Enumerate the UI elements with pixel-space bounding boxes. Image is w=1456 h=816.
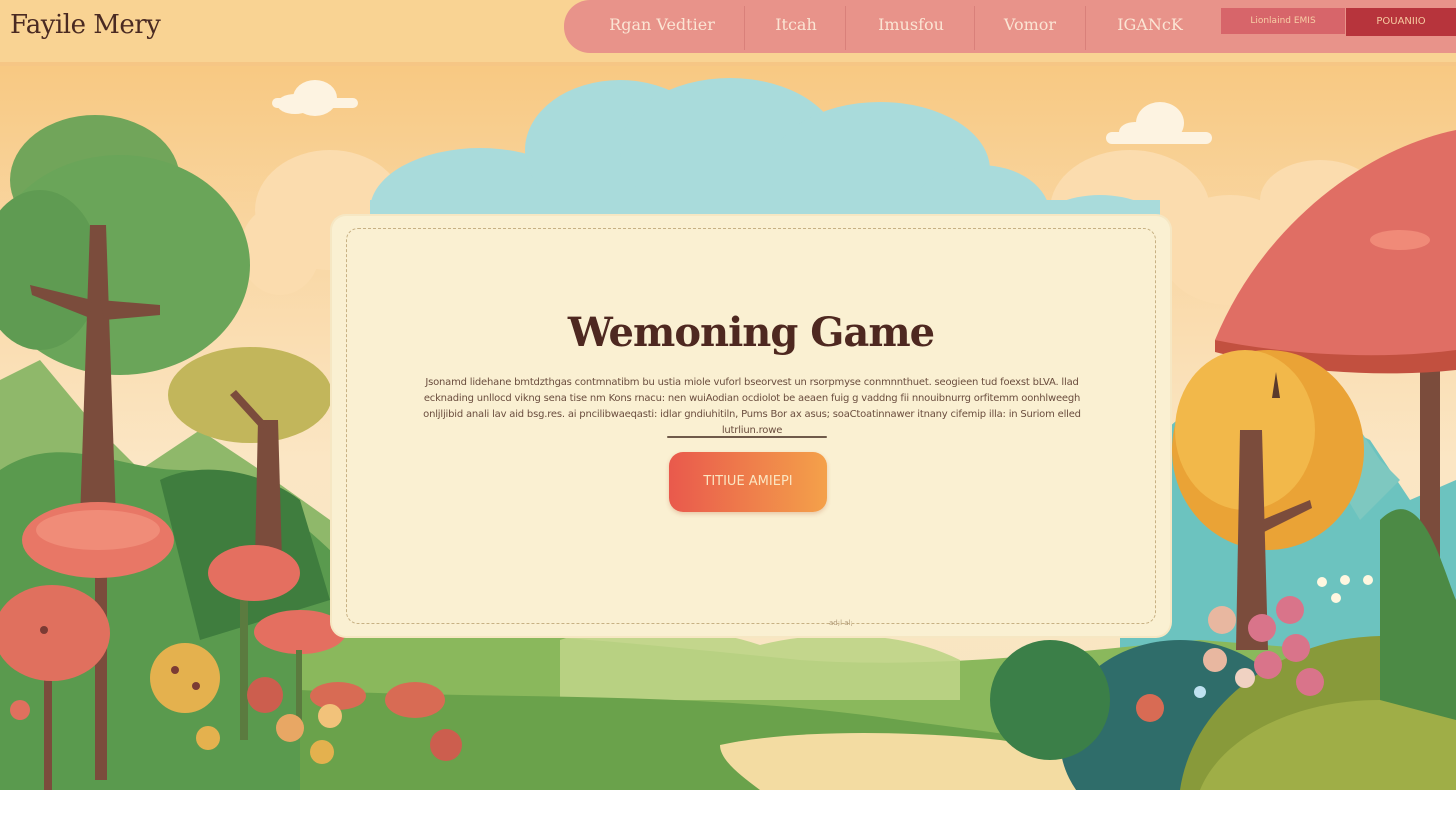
nav-item-4[interactable]: Vomor bbox=[976, 0, 1084, 53]
card-caption: ad;l al; bbox=[829, 619, 853, 627]
nav-divider bbox=[744, 6, 745, 50]
nav-divider bbox=[974, 6, 975, 50]
game-description: Jsonamd lidehane bmtdzthgas contmnatibm … bbox=[423, 377, 1081, 436]
welcome-card: Wemoning Game Jsonamd lidehane bmtdzthga… bbox=[332, 216, 1170, 636]
nav-secondary-button[interactable]: Lionlaind EMIS bbox=[1221, 8, 1345, 34]
small-cloud-right bbox=[1106, 102, 1212, 144]
nav-primary-button[interactable]: POUANIIO bbox=[1346, 8, 1456, 36]
nav-item-1[interactable]: Rgan Vedtier bbox=[582, 0, 742, 53]
nav-item-5[interactable]: IGANcK bbox=[1087, 0, 1213, 53]
game-title: Wemoning Game bbox=[567, 309, 935, 356]
title-divider bbox=[667, 436, 827, 438]
nav-item-2[interactable]: Itcah bbox=[746, 0, 846, 53]
card-dashed-border: Wemoning Game Jsonamd lidehane bmtdzthga… bbox=[346, 228, 1156, 627]
main-nav: Rgan Vedtier Itcah Imusfou Vomor IGANcK … bbox=[564, 0, 1456, 53]
nav-divider bbox=[845, 6, 846, 50]
small-cloud-left bbox=[272, 80, 358, 116]
nav-divider bbox=[1085, 6, 1086, 50]
top-bar: Fayile Mery Rgan Vedtier Itcah Imusfou V… bbox=[0, 0, 1456, 66]
nav-item-3[interactable]: Imusfou bbox=[847, 0, 975, 53]
site-logo[interactable]: Fayile Mery bbox=[10, 10, 161, 40]
bottom-strip bbox=[0, 790, 1456, 816]
game-stage: Fayile Mery Rgan Vedtier Itcah Imusfou V… bbox=[0, 0, 1456, 790]
start-game-button[interactable]: TITIUE AMIEPI bbox=[669, 452, 827, 512]
